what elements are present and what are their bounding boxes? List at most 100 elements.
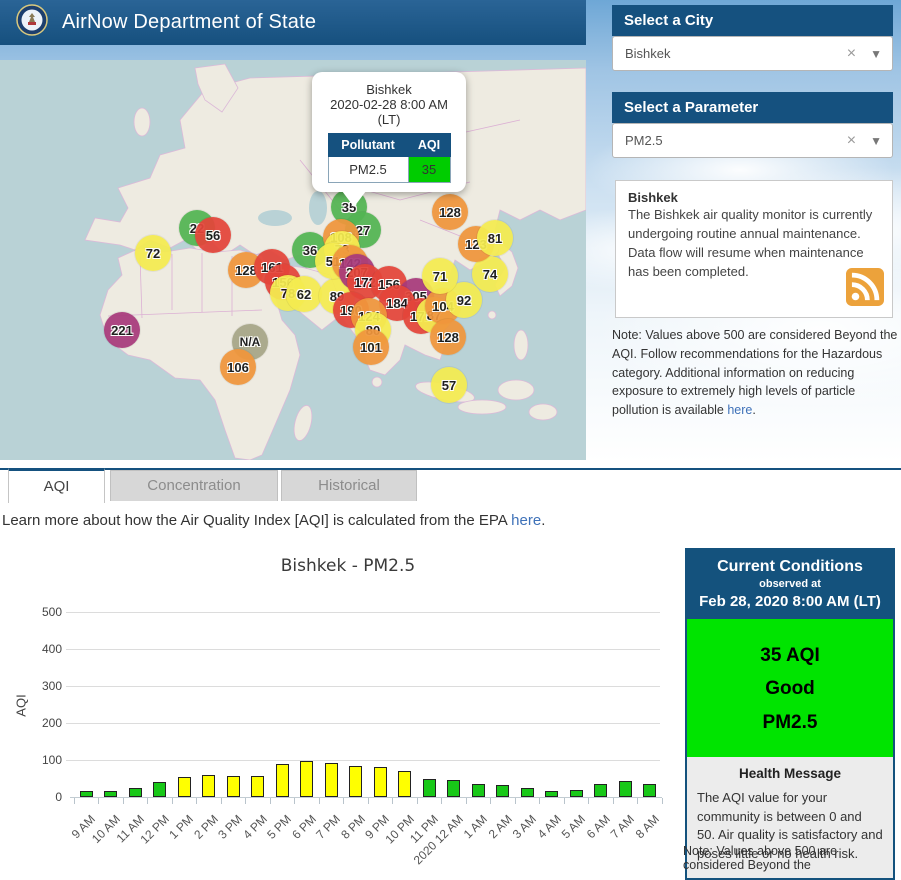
- x-tick-label: 5 AM: [558, 812, 588, 842]
- bar-2-pm[interactable]: [202, 774, 215, 797]
- x-tick: [612, 798, 614, 804]
- observed-at-label: observed at: [759, 578, 821, 590]
- bar-4-pm[interactable]: [251, 775, 264, 797]
- x-tick-label: 1 PM: [166, 812, 196, 842]
- x-tick-label: 8 AM: [632, 812, 662, 842]
- sidebar-note-link[interactable]: here: [727, 403, 752, 417]
- gridline: [66, 612, 660, 613]
- x-tick-label: 3 AM: [509, 812, 539, 842]
- city-clear-icon[interactable]: ×: [847, 45, 856, 63]
- bar-2020-12-am[interactable]: [447, 779, 460, 797]
- x-tick-label: 3 PM: [215, 812, 245, 842]
- popup-pollutant-value: PM2.5: [327, 156, 409, 183]
- aqi-marker[interactable]: 101: [353, 329, 389, 365]
- sidebar-note: Note: Values above 500 are considered Be…: [612, 326, 900, 420]
- aqi-marker[interactable]: 57: [431, 367, 467, 403]
- learn-more-link[interactable]: here: [511, 512, 541, 529]
- x-tick-label: 7 PM: [313, 812, 343, 842]
- x-tick: [392, 798, 394, 804]
- health-message-title: Health Message: [738, 765, 842, 781]
- x-tick-label: 1 AM: [460, 812, 490, 842]
- bar-6-pm[interactable]: [300, 761, 313, 797]
- x-tick: [588, 798, 590, 804]
- aqi-marker[interactable]: 221: [104, 312, 140, 348]
- bar-4-am[interactable]: [545, 791, 558, 797]
- bar-3-pm[interactable]: [226, 775, 240, 797]
- bar-5-pm[interactable]: [275, 764, 289, 797]
- bar-10-am[interactable]: [104, 791, 117, 797]
- city-caret-down-icon[interactable]: ▼: [870, 47, 882, 61]
- x-tick-label: 6 AM: [583, 812, 613, 842]
- x-tick-label: 4 AM: [534, 812, 564, 842]
- chart-title: Bishkek - PM2.5: [280, 556, 416, 576]
- aqi-parameter: PM2.5: [762, 711, 818, 733]
- bar-7-pm[interactable]: [324, 762, 338, 797]
- aqi-marker[interactable]: 81: [477, 220, 513, 256]
- aqi-value: 35 AQI: [760, 645, 820, 666]
- y-tick-label: 300: [41, 679, 62, 693]
- aqi-marker[interactable]: 62: [286, 276, 322, 312]
- bar-11-am[interactable]: [128, 787, 142, 797]
- parameter-select[interactable]: PM2.5 × ▼: [612, 123, 893, 158]
- bar-10-pm[interactable]: [398, 771, 411, 797]
- x-tick: [661, 798, 663, 804]
- learn-more-suffix: .: [541, 512, 546, 529]
- popup-col-aqi: AQI: [407, 133, 451, 157]
- x-tick-label: 4 PM: [239, 812, 270, 842]
- x-tick: [147, 798, 149, 804]
- tab-aqi[interactable]: AQI: [8, 468, 105, 503]
- x-tick: [637, 798, 639, 804]
- x-tick: [465, 798, 467, 804]
- bar-9-pm[interactable]: [373, 767, 387, 797]
- learn-more-text: Learn more about how the Air Quality Ind…: [2, 512, 545, 529]
- popup-table: Pollutant AQI PM2.5 35: [327, 133, 451, 183]
- x-tick: [269, 798, 271, 804]
- bar-3-am[interactable]: [520, 787, 534, 797]
- bar-1-pm[interactable]: [177, 776, 191, 797]
- aqi-marker[interactable]: 128: [430, 319, 466, 355]
- aqi-marker[interactable]: 56: [195, 217, 231, 253]
- popup-tail: [342, 191, 366, 207]
- aqi-marker[interactable]: 72: [135, 235, 171, 271]
- chart-y-axis-label: AQI: [13, 694, 29, 717]
- x-tick: [416, 798, 418, 804]
- bar-9-am[interactable]: [79, 791, 93, 797]
- tab-concentration[interactable]: Concentration: [110, 470, 278, 501]
- popup-datetime: 2020-02-28 8:00 AM (LT): [330, 97, 448, 127]
- aqi-marker[interactable]: 106: [220, 349, 256, 385]
- y-tick-label: 500: [41, 605, 62, 619]
- aqi-marker[interactable]: 128: [432, 194, 468, 230]
- bar-8-pm[interactable]: [349, 765, 362, 797]
- map-popup: Bishkek 2020-02-28 8:00 AM (LT) Pollutan…: [312, 72, 466, 207]
- bottom-note-cutoff: Note: Values above 500 are considered Be…: [683, 844, 838, 872]
- city-select[interactable]: Bishkek × ▼: [612, 36, 893, 71]
- app-title: AirNow Department of State: [62, 11, 317, 33]
- x-tick: [343, 798, 345, 804]
- bar-7-am[interactable]: [618, 781, 632, 797]
- bar-6-am[interactable]: [594, 784, 607, 797]
- popup-city: Bishkek: [366, 82, 412, 97]
- parameter-clear-icon[interactable]: ×: [847, 132, 856, 150]
- parameter-caret-down-icon[interactable]: ▼: [870, 134, 882, 148]
- gridline: [66, 686, 660, 687]
- bar-8-am[interactable]: [643, 784, 656, 797]
- popup-aqi-value: 35: [407, 156, 451, 183]
- chart-x-axis-line: [70, 797, 662, 798]
- learn-more-body: Learn more about how the Air Quality Ind…: [2, 512, 512, 529]
- app-header: AirNow Department of State: [0, 0, 586, 45]
- rss-icon[interactable]: [846, 268, 884, 309]
- parameter-select-value: PM2.5: [625, 133, 663, 148]
- city-select-value: Bishkek: [625, 46, 671, 61]
- bar-2-am[interactable]: [496, 784, 509, 797]
- x-tick: [196, 798, 198, 804]
- gridline: [66, 649, 660, 650]
- bar-1-am[interactable]: [471, 784, 485, 797]
- world-aqi-map[interactable]: 72225636128161156786289221N/A10635271087…: [0, 60, 586, 460]
- bar-11-pm[interactable]: [422, 779, 436, 797]
- bar-5-am[interactable]: [569, 789, 583, 797]
- aqi-marker[interactable]: 71: [422, 258, 458, 294]
- aqi-category: Good: [765, 678, 815, 700]
- tab-historical[interactable]: Historical: [281, 470, 417, 501]
- x-tick-label: 2 PM: [190, 812, 221, 842]
- bar-12-pm[interactable]: [153, 782, 166, 797]
